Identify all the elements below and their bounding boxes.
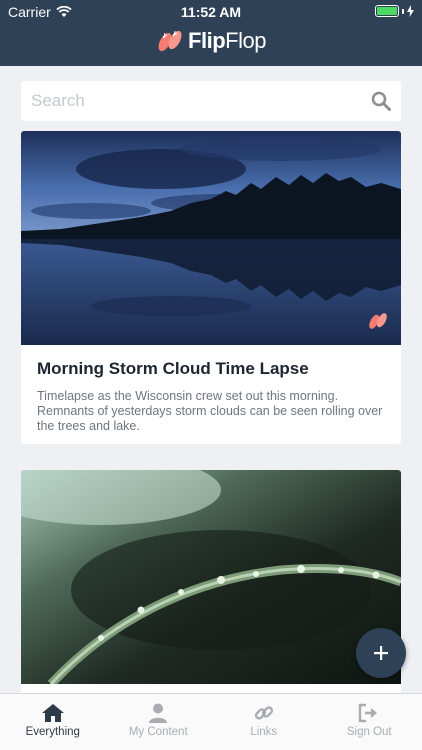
card-thumbnail-lake[interactable]: [21, 131, 401, 345]
add-content-button[interactable]: [356, 628, 406, 678]
tab-label: Links: [250, 726, 278, 738]
status-time: 11:52 AM: [180, 4, 242, 20]
battery-fill: [377, 7, 397, 15]
card-description: Timelapse as the Wisconsin crew set out …: [37, 389, 383, 433]
tab-label: My Content: [128, 726, 188, 738]
charging-bolt-icon: [407, 5, 414, 17]
content-card[interactable]: [21, 470, 401, 700]
tab-bar: Everything My Content Links Sign Out: [0, 693, 422, 750]
flip-flops-icon: [158, 30, 182, 52]
tab-links[interactable]: Links: [211, 694, 317, 750]
status-bar: Carrier 11:52 AM: [0, 0, 422, 22]
brand-wordmark: FlipFlop: [188, 28, 266, 53]
link-icon: [254, 706, 273, 720]
sign-out-icon: [359, 703, 378, 723]
flip-flops-watermark-icon: [369, 313, 387, 329]
tab-label: Sign Out: [346, 726, 392, 738]
tab-sign-out[interactable]: Sign Out: [317, 694, 422, 750]
home-icon: [41, 704, 64, 722]
person-icon: [149, 703, 168, 723]
search-icon[interactable]: [371, 91, 391, 111]
search-input[interactable]: [31, 91, 371, 111]
search-bar: [21, 81, 401, 121]
card-thumbnail-grass[interactable]: [21, 470, 401, 684]
battery-indicator: [375, 5, 414, 17]
tab-label: Everything: [25, 726, 80, 738]
plus-icon: [374, 646, 388, 660]
tab-my-content[interactable]: My Content: [106, 694, 212, 750]
card-title[interactable]: Morning Storm Cloud Time Lapse: [37, 359, 385, 379]
content-card[interactable]: Morning Storm Cloud Time Lapse Timelapse…: [21, 131, 401, 444]
tab-everything[interactable]: Everything: [0, 694, 106, 750]
app-header: Carrier 11:52 AM FlipFlop: [0, 0, 422, 66]
brand-logo: FlipFlop: [0, 28, 422, 54]
